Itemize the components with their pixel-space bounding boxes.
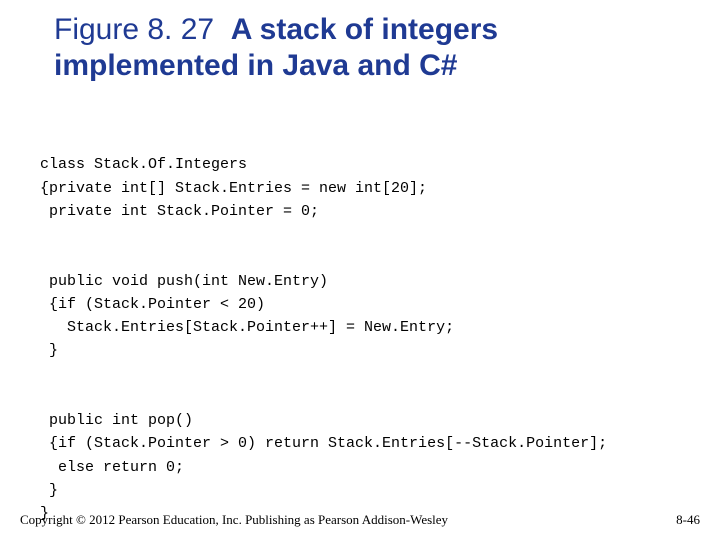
slide: Figure 8. 27 A stack of integers impleme… <box>0 0 720 540</box>
code-line: public void push(int New.Entry) <box>40 273 328 290</box>
code-line: else return 0; <box>40 459 184 476</box>
page-number: 8-46 <box>676 512 700 528</box>
code-block: class Stack.Of.Integers {private int[] S… <box>40 130 680 540</box>
code-line: class Stack.Of.Integers <box>40 156 247 173</box>
code-line: } <box>40 342 58 359</box>
code-line: } <box>40 482 58 499</box>
code-line: Stack.Entries[Stack.Pointer++] = New.Ent… <box>40 319 454 336</box>
code-line: {if (Stack.Pointer > 0) return Stack.Ent… <box>40 435 607 452</box>
code-line: {private int[] Stack.Entries = new int[2… <box>40 180 427 197</box>
figure-label: Figure 8. 27 <box>54 13 214 46</box>
code-line: private int Stack.Pointer = 0; <box>40 203 319 220</box>
slide-title: Figure 8. 27 A stack of integers impleme… <box>54 12 680 84</box>
copyright-text: Copyright © 2012 Pearson Education, Inc.… <box>20 512 448 528</box>
code-line: {if (Stack.Pointer < 20) <box>40 296 265 313</box>
code-line: public int pop() <box>40 412 193 429</box>
